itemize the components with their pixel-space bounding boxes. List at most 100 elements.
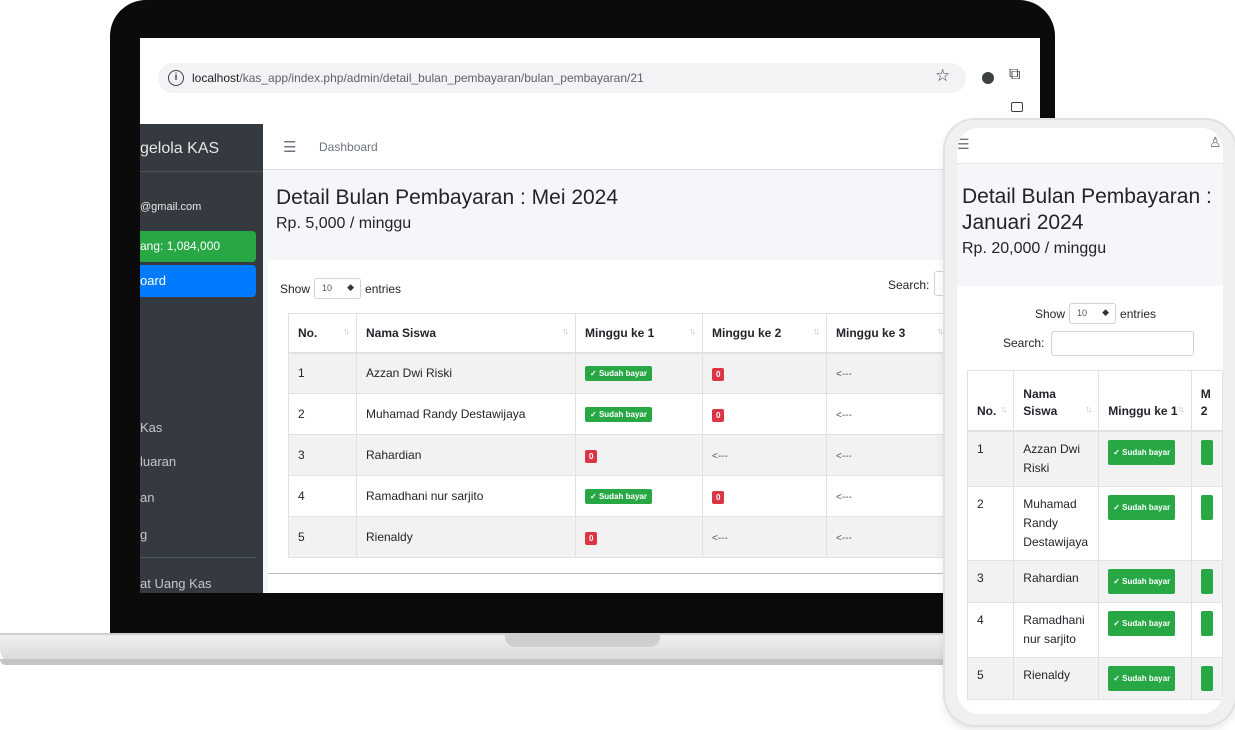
table-header-row: No. ↑↓ Nama Siswa ↑↓ Minggu ke 1 ↑↓ M 2 xyxy=(966,370,1223,432)
paid-badge[interactable]: ✓ Sudah bayar xyxy=(1108,610,1176,636)
sidebar-item-4[interactable]: g xyxy=(140,527,147,542)
sidebar-item-kas[interactable]: Kas xyxy=(140,420,162,435)
extensions-puzzle-icon[interactable]: ⧉ xyxy=(1009,66,1020,84)
main-content: ☰ Dashboard Detail Bulan Pembayaran : Me… xyxy=(263,124,1040,593)
cell-minggu-1: ✓ Sudah bayar xyxy=(575,352,703,394)
cell-minggu-1: 0 xyxy=(575,516,703,558)
table-row: 4 Ramadhani nur sarjito ✓ Sudah bayar xyxy=(966,601,1223,658)
cell-minggu-3: <--- xyxy=(826,393,951,435)
col-minggu-2[interactable]: M 2 xyxy=(1190,370,1223,432)
cell-minggu-2 xyxy=(1190,485,1223,561)
paid-badge-label: Sudah bayar xyxy=(1122,447,1171,457)
cell-minggu-2 xyxy=(1190,601,1223,658)
bookmark-star-icon[interactable]: ☆ xyxy=(935,66,950,86)
cell-no: 3 xyxy=(966,559,1015,603)
unpaid-badge[interactable]: 0 xyxy=(585,449,598,463)
search-input[interactable] xyxy=(1051,331,1194,356)
col-nama-label: Nama Siswa xyxy=(366,325,437,340)
sidebar-item-dashboard[interactable]: oard xyxy=(140,265,256,297)
address-bar[interactable]: i localhost/kas_app/index.php/admin/deta… xyxy=(158,63,966,93)
card-divider xyxy=(268,573,1040,574)
cell-minggu-2: 0 xyxy=(702,393,827,435)
table-row: 2 Muhamad Randy Destawijaya ✓ Sudah baya… xyxy=(288,393,951,435)
cell-no: 3 xyxy=(288,434,357,476)
hamburger-menu-icon[interactable]: ☰ xyxy=(283,138,296,156)
paid-badge-partial[interactable] xyxy=(1200,665,1213,691)
sidebar: gelola KAS @gmail.com ang: 1,084,000 oar… xyxy=(140,124,263,593)
cell-no: 4 xyxy=(288,475,357,517)
paid-badge-label: Sudah bayar xyxy=(1122,576,1171,586)
col-minggu-2[interactable]: Minggu ke 2 ↑↓ xyxy=(702,313,827,354)
user-email[interactable]: @gmail.com xyxy=(140,201,201,213)
bookmark-folder-icon[interactable] xyxy=(1011,102,1023,112)
paid-badge[interactable]: ✓ Sudah bayar xyxy=(1108,494,1176,520)
paid-badge-partial[interactable] xyxy=(1200,568,1213,594)
col-no[interactable]: No. ↑↓ xyxy=(288,313,357,354)
table-row: 3 Rahardian 0 <--- <--- xyxy=(288,434,951,476)
top-navbar: ☰ Dashboard xyxy=(263,124,1040,170)
cell-minggu-3: <--- xyxy=(826,352,951,394)
nav-dashboard-link[interactable]: Dashboard xyxy=(319,140,378,154)
sort-icon: ↑↓ xyxy=(689,326,696,336)
table-row: 4 Ramadhani nur sarjito ✓ Sudah bayar 0 … xyxy=(288,475,951,517)
paid-badge-partial[interactable] xyxy=(1200,494,1213,520)
paid-badge[interactable]: ✓ Sudah bayar xyxy=(1108,665,1176,691)
pending-arrow: <--- xyxy=(836,369,852,381)
cell-no: 2 xyxy=(966,485,1015,561)
cell-minggu-2: 0 xyxy=(702,475,827,517)
unpaid-badge[interactable]: 0 xyxy=(712,490,725,504)
paid-badge[interactable]: ✓ Sudah bayar xyxy=(1108,568,1176,594)
entries-label: entries xyxy=(1120,306,1157,321)
col-nama-siswa[interactable]: Nama Siswa ↑↓ xyxy=(356,313,576,354)
entries-select[interactable]: 10 ◆ xyxy=(314,278,362,299)
page-title: Detail Bulan Pembayaran : Mei 2024 xyxy=(276,186,619,209)
cell-minggu-3: <--- xyxy=(826,475,951,517)
col-no[interactable]: No. ↑↓ xyxy=(966,370,1015,432)
show-label: Show xyxy=(1035,306,1066,321)
entries-select[interactable]: 10 ◆ xyxy=(1069,303,1117,324)
cell-nama: Azzan Dwi Riski xyxy=(1013,430,1100,487)
cell-minggu-2 xyxy=(1190,559,1223,603)
col-nama-siswa[interactable]: Nama Siswa ↑↓ xyxy=(1013,370,1100,432)
unpaid-badge[interactable]: 0 xyxy=(585,531,598,545)
col-minggu-2-label: Minggu ke 2 xyxy=(712,325,782,340)
cell-no: 1 xyxy=(288,352,357,394)
brand-title[interactable]: gelola KAS xyxy=(140,124,263,172)
cell-nama: Muhamad Randy Destawijaya xyxy=(356,393,576,435)
unpaid-badge[interactable]: 0 xyxy=(712,367,725,381)
laptop-notch xyxy=(505,633,660,647)
pending-arrow: <--- xyxy=(712,451,728,462)
saldo-badge: ang: 1,084,000 xyxy=(140,231,256,262)
paid-badge-partial[interactable] xyxy=(1200,610,1213,636)
mobile-top-navbar: ☰ ♙ xyxy=(957,128,1223,164)
sort-icon: ↑↓ xyxy=(343,326,350,336)
table-row: 1 Azzan Dwi Riski ✓ Sudah bayar 0 <--- xyxy=(288,352,951,394)
cell-minggu-1: ✓ Sudah bayar xyxy=(1098,485,1192,561)
hamburger-menu-icon[interactable]: ☰ xyxy=(957,136,970,153)
cell-no: 5 xyxy=(966,656,1015,700)
paid-badge[interactable]: ✓ Sudah bayar xyxy=(1108,439,1176,465)
info-icon[interactable]: i xyxy=(168,70,184,86)
cell-no: 1 xyxy=(966,430,1015,487)
sidebar-item-pengeluaran[interactable]: luaran xyxy=(140,454,176,469)
sort-icon: ↑↓ xyxy=(1000,403,1007,414)
search-label: Search: xyxy=(888,278,930,292)
extension-icon[interactable] xyxy=(982,72,994,84)
paid-badge[interactable]: ✓ Sudah bayar xyxy=(585,407,652,422)
entries-select-value: 10 xyxy=(1077,308,1088,318)
table-row: 2 Muhamad Randy Destawijaya ✓ Sudah baya… xyxy=(966,485,1223,561)
paid-badge[interactable]: ✓ Sudah bayar xyxy=(585,366,652,382)
col-minggu-3[interactable]: Minggu ke 3 ↑↓ xyxy=(826,313,951,354)
unpaid-badge[interactable]: 0 xyxy=(712,408,725,422)
pending-arrow: <--- xyxy=(836,533,852,544)
sidebar-item-3[interactable]: an xyxy=(140,490,154,505)
pending-arrow: <--- xyxy=(836,451,852,462)
paid-badge-partial[interactable] xyxy=(1200,439,1213,465)
col-nama-label: Nama Siswa xyxy=(1023,386,1058,418)
paid-badge[interactable]: ✓ Sudah bayar xyxy=(585,489,652,504)
sidebar-item-riwayat[interactable]: at Uang Kas xyxy=(140,576,212,591)
col-minggu-1[interactable]: Minggu ke 1 ↑↓ xyxy=(575,313,703,354)
user-icon[interactable]: ♙ xyxy=(1209,134,1222,151)
col-minggu-1[interactable]: Minggu ke 1 ↑↓ xyxy=(1098,370,1192,432)
cell-minggu-2: <--- xyxy=(702,434,827,476)
